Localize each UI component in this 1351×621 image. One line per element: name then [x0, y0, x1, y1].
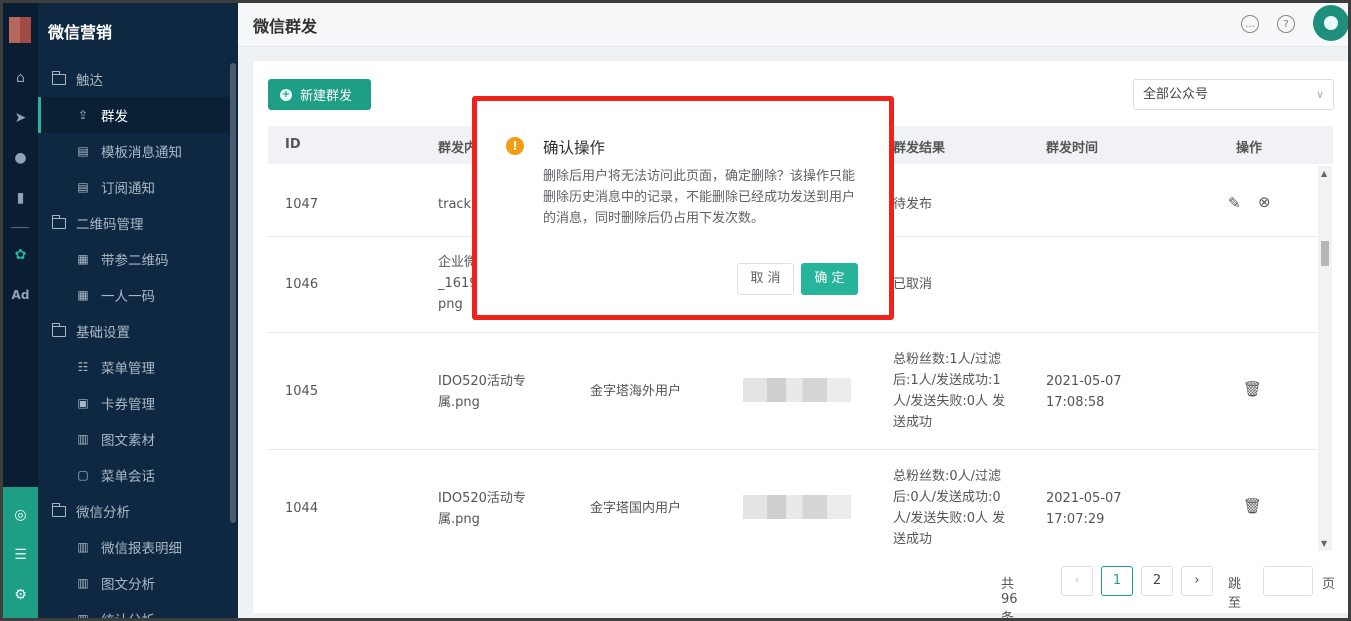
warning-icon: ! [506, 137, 524, 155]
modal-overlay: ! 确认操作 删除后用户将无法访问此页面，确定删除？该操作只能删除历史消息中的记… [3, 3, 1348, 618]
confirm-dialog-highlight: ! 确认操作 删除后用户将无法访问此页面，确定删除？该操作只能删除历史消息中的记… [472, 96, 894, 320]
app-window: ⌂ ➤ ● ▮ ✿ Ad ◎ ☰ ⚙ 微信营销 触达 ⇪ 群发 ▤ 模板消息通知 ▤… [3, 3, 1348, 618]
dialog-title: 确认操作 [543, 139, 606, 157]
confirm-dialog: ! 确认操作 删除后用户将无法访问此页面，确定删除？该操作只能删除历史消息中的记… [482, 106, 884, 310]
dialog-message: 删除后用户将无法访问此页面，确定删除？该操作只能删除历史消息中的记录，不能删除已… [543, 169, 856, 226]
confirm-button[interactable]: 确 定 [801, 263, 858, 295]
cancel-button[interactable]: 取 消 [737, 263, 794, 295]
